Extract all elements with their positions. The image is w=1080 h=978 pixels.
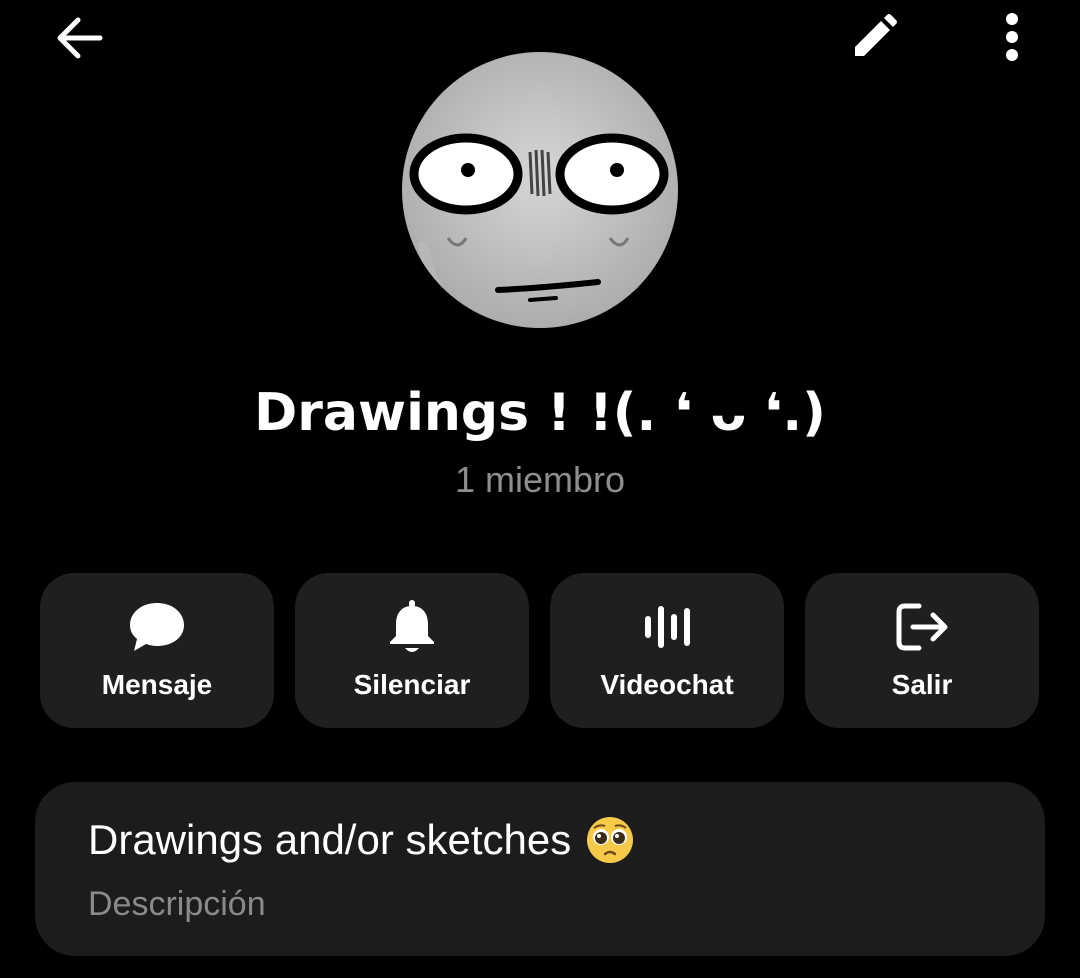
pleading-face-emoji xyxy=(587,817,634,863)
group-title: Drawings ! !(. ❛ ᴗ ❛.) xyxy=(254,383,826,443)
voice-wave-icon xyxy=(645,606,690,648)
description-label: Descripción xyxy=(88,885,266,923)
avatar-image xyxy=(402,52,678,328)
exit-icon xyxy=(896,603,948,651)
mute-label: Silenciar xyxy=(353,669,471,700)
description-text-row: Drawings and/or sketches xyxy=(88,814,635,866)
message-label: Mensaje xyxy=(101,669,213,700)
chat-bubble-icon xyxy=(130,603,184,651)
more-options-button[interactable] xyxy=(980,4,1044,70)
group-avatar[interactable] xyxy=(402,52,678,328)
videochat-label: Videochat xyxy=(600,669,734,700)
arrow-left-icon xyxy=(57,17,103,59)
edit-button[interactable] xyxy=(838,4,910,70)
description-card[interactable]: Drawings and/or sketches Descripción xyxy=(35,782,1045,956)
pencil-icon xyxy=(855,14,897,56)
leave-button[interactable]: Salir xyxy=(805,573,1039,728)
videochat-button[interactable]: Videochat xyxy=(550,573,784,728)
mute-button[interactable]: Silenciar xyxy=(295,573,529,728)
leave-label: Salir xyxy=(891,669,953,700)
member-count: 1 miembro xyxy=(454,459,626,500)
bell-icon xyxy=(390,600,434,652)
message-button[interactable]: Mensaje xyxy=(40,573,274,728)
description-text: Drawings and/or sketches xyxy=(88,816,572,863)
back-button[interactable] xyxy=(40,6,116,70)
more-vertical-icon xyxy=(1006,13,1018,61)
